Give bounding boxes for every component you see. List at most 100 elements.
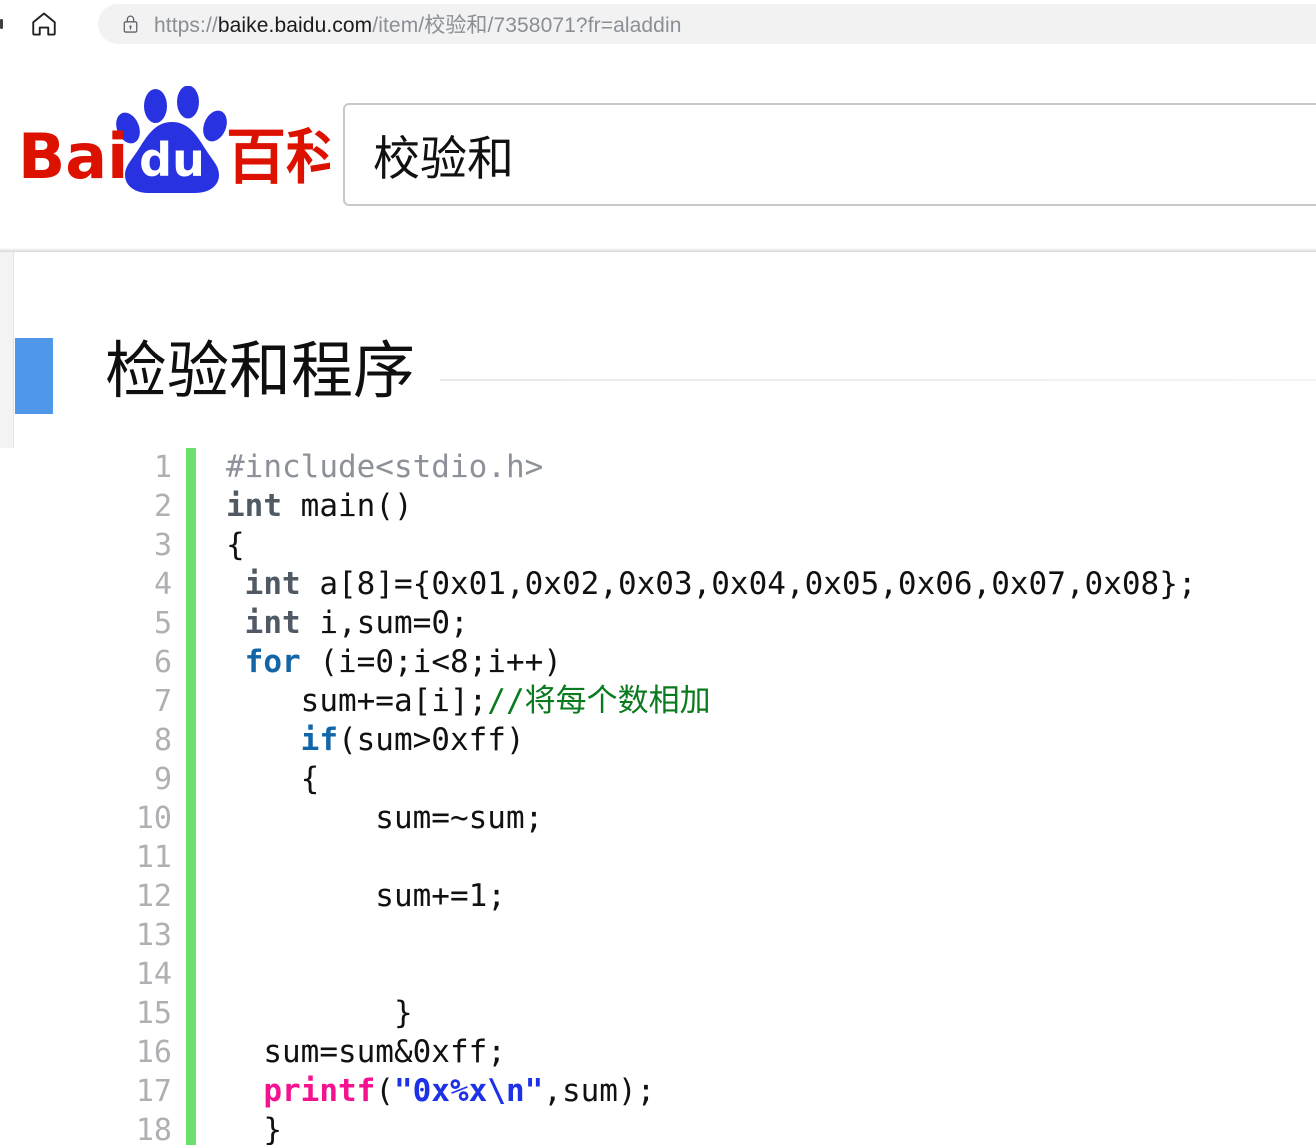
code-gutter-bar [186,604,196,643]
code-token: ( [375,1073,394,1109]
code-token: sum=~sum; [226,800,544,836]
lock-icon[interactable] [120,13,140,35]
code-block: 1 #include<stdio.h> 2 int main() 3 {4 int a[8… [0,448,1316,1145]
code-line: 1 #include<stdio.h> [0,448,1316,487]
browser-toolbar: https://baike.baidu.com/item/校验和/7358071… [0,0,1316,48]
code-token: for [244,644,301,680]
code-line-number: 1 [153,450,172,485]
home-icon [29,9,59,39]
code-line-number: 18 [135,1113,172,1145]
code-line-text: for (i=0;i<8;i++) [196,643,562,682]
heading-rule [440,379,1316,381]
code-token: //将每个数相加 [487,683,711,719]
code-line-text: printf("0x%x\n",sum); [196,1072,655,1111]
code-line: 10 sum=~sum; [0,799,1316,838]
code-line: 15 } [0,994,1316,1033]
code-line-number: 4 [153,567,172,602]
code-line: 2 int main() [0,487,1316,526]
article-body: 检验和程序 1 #include<stdio.h> 2 int main() 3 {4 i… [0,252,1316,1145]
heading-marker [15,338,53,414]
code-line-text: sum+=a[i];//将每个数相加 [196,682,711,721]
code-gutter-bar [186,1072,196,1111]
code-gutter-bar [186,838,196,877]
code-token: a[8]={0x01,0x02,0x03,0x04,0x05,0x06,0x07… [300,566,1197,602]
code-token: { [226,527,245,563]
section-heading: 检验和程序 [15,334,1316,424]
code-gutter-bar [186,721,196,760]
code-gutter-bar [186,877,196,916]
code-line-number: 17 [135,1074,172,1109]
baike-header: du Bai 百科 [0,48,1316,248]
code-gutter-bar [186,799,196,838]
code-line-number: 5 [153,606,172,641]
code-gutter-bar [186,1033,196,1072]
code-line-number: 11 [135,840,172,875]
code-token: { [226,761,320,797]
address-bar-url: https://baike.baidu.com/item/校验和/7358071… [154,9,682,39]
code-token: #include<stdio.h> [226,449,544,485]
baidu-baike-logo[interactable]: du Bai 百科 [12,86,330,194]
svg-text:Bai: Bai [18,120,128,193]
code-token: sum+=1; [226,878,506,914]
code-line: 12 sum+=1; [0,877,1316,916]
code-line-text: sum=sum&0xff; [196,1033,506,1072]
code-line-text: { [196,760,320,799]
code-line: 8 if(sum>0xff) [0,721,1316,760]
url-path: /item/校验和/7358071?fr=aladdin [372,14,682,37]
toolbar-overflow-stub[interactable] [0,15,8,33]
code-line-text: int i,sum=0; [196,604,469,643]
code-line-number: 8 [153,723,172,758]
home-button[interactable] [26,6,62,42]
page-content: du Bai 百科 检验和程序 1 #include<stdio.h> 2 int m… [0,48,1316,1145]
code-line: 5 int i,sum=0; [0,604,1316,643]
svg-text:百科: 百科 [226,123,330,193]
code-line-number: 6 [153,645,172,680]
search-input[interactable] [371,126,1271,183]
page-title: 检验和程序 [105,334,416,407]
code-line-number: 7 [153,684,172,719]
code-line-number: 14 [135,957,172,992]
code-token: main() [282,488,413,524]
code-token: } [226,1112,282,1145]
code-line-number: 15 [135,996,172,1031]
code-gutter-bar [186,760,196,799]
code-gutter-bar [186,526,196,565]
code-line: 11 [0,838,1316,877]
code-line: 7 sum+=a[i];//将每个数相加 [0,682,1316,721]
code-gutter-bar [186,448,196,487]
code-token: int [244,605,301,641]
code-token: printf [263,1073,376,1109]
code-line-number: 12 [135,879,172,914]
code-gutter-bar [186,994,196,1033]
code-token: ,sum); [543,1073,656,1109]
code-line: 6 for (i=0;i<8;i++) [0,643,1316,682]
address-bar[interactable]: https://baike.baidu.com/item/校验和/7358071… [98,4,1316,44]
code-line-number: 3 [153,528,172,563]
code-line: 4 int a[8]={0x01,0x02,0x03,0x04,0x05,0x0… [0,565,1316,604]
code-gutter-bar [186,1111,196,1145]
search-box[interactable] [343,103,1316,206]
code-line: 9 { [0,760,1316,799]
code-gutter-bar [186,487,196,526]
code-line-text: if(sum>0xff) [196,721,525,760]
code-token: int [244,566,301,602]
code-line-text: sum=~sum; [196,799,543,838]
code-gutter-bar [186,682,196,721]
code-line-text: } [196,994,413,1033]
code-gutter-bar [186,643,196,682]
code-line-number: 9 [153,762,172,797]
code-line: 16 sum=sum&0xff; [0,1033,1316,1072]
url-host: baike.baidu.com [217,14,373,37]
code-line-number: 16 [135,1035,172,1070]
code-line: 13 [0,916,1316,955]
code-line-number: 2 [153,489,172,524]
code-token: sum=sum&0xff; [226,1034,506,1070]
code-token: (i=0;i<8;i++) [300,644,562,680]
code-line-text: sum+=1; [196,877,506,916]
code-token: } [226,995,413,1031]
code-token: int [226,488,282,524]
